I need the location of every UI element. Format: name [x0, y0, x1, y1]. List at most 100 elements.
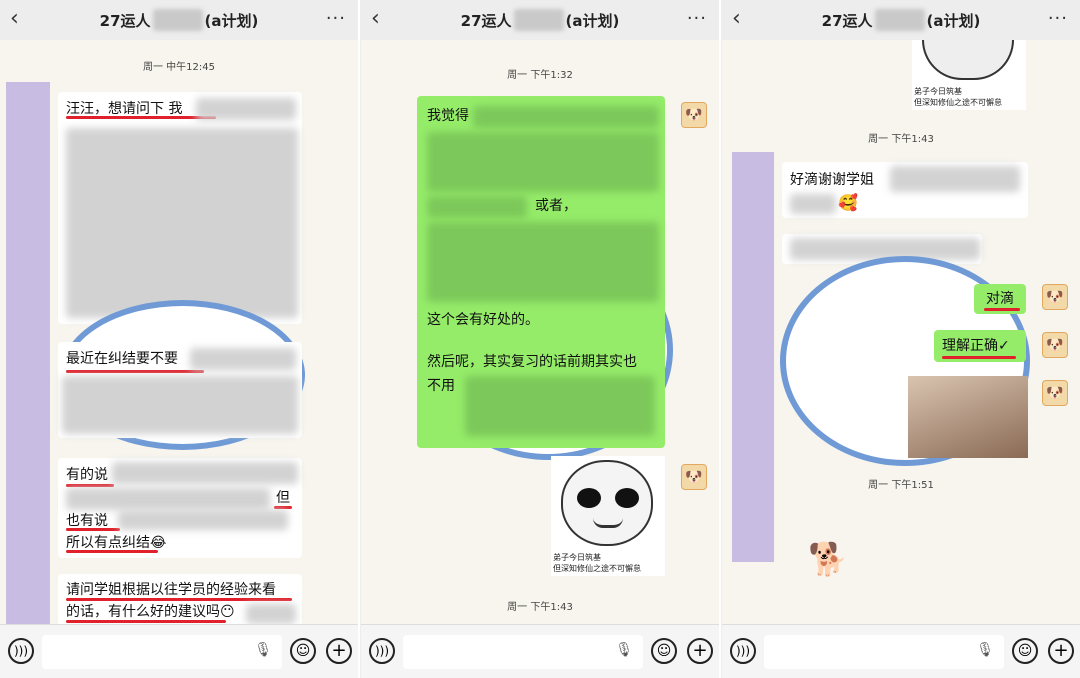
- emoji-icon[interactable]: ☺: [651, 638, 677, 664]
- sticker-caption: 但深知修仙之途不可懈怠: [553, 564, 641, 573]
- chevron-left-icon[interactable]: ‹: [10, 6, 19, 31]
- plus-icon[interactable]: +: [326, 638, 352, 664]
- panda-face: [922, 40, 1014, 80]
- chat-header: ‹ 27运人 (a计划) ···: [0, 0, 358, 40]
- chat-header: ‹ 27运人 (a计划) ···: [722, 0, 1080, 40]
- blurred-text: [190, 348, 296, 370]
- underline: [66, 116, 216, 119]
- message-text: 但: [276, 490, 290, 506]
- message-input[interactable]: 🎙: [764, 635, 1004, 669]
- blurred-text: [118, 510, 288, 530]
- plus-icon[interactable]: +: [687, 638, 713, 664]
- panda-sticker[interactable]: 弟子今日筑基 但深知修仙之途不可懈怠: [912, 40, 1026, 110]
- blurred-text: [427, 222, 659, 302]
- avatar[interactable]: 🐶: [681, 464, 707, 490]
- title-prefix: 27运人: [821, 11, 873, 30]
- message-text: 我觉得: [427, 108, 469, 124]
- chat-header: ‹ 27运人 (a计划) ···: [361, 0, 719, 40]
- mic-icon[interactable]: 🎙: [254, 642, 272, 658]
- underline: [66, 370, 204, 373]
- dog-sticker[interactable]: 🐕: [808, 540, 848, 578]
- message-text: 对滴: [986, 291, 1014, 307]
- ellipsis-icon[interactable]: ···: [1048, 8, 1068, 29]
- blurred-name: [513, 9, 564, 31]
- panda-mouth: [593, 518, 623, 528]
- blurred-text: [112, 462, 298, 484]
- avatar[interactable]: 🐶: [1042, 380, 1068, 406]
- input-bar: ))) 🎙 ☺ +: [361, 624, 719, 678]
- title-suffix: (a计划): [926, 11, 981, 30]
- blurred-text: [890, 166, 1020, 192]
- blurred-text: [427, 132, 659, 192]
- timestamp: 周一 下午1:51: [868, 480, 934, 491]
- avatar[interactable]: 🐶: [1042, 332, 1068, 358]
- mic-icon[interactable]: 🎙: [976, 642, 994, 658]
- blurred-text: [66, 128, 298, 318]
- input-bar: ))) 🎙 ☺ +: [0, 624, 358, 678]
- panda-sticker[interactable]: 弟子今日筑基 但深知修仙之途不可懈怠: [551, 456, 665, 576]
- message-text: 或者，: [535, 198, 577, 214]
- underline: [66, 528, 120, 531]
- avatar[interactable]: 🐶: [681, 102, 707, 128]
- blurred-text: [473, 106, 659, 128]
- message-text: 的话，有什么好的建议吗😶: [66, 604, 235, 620]
- title-prefix: 27运人: [99, 11, 151, 30]
- blurred-text: [66, 488, 270, 510]
- chevron-left-icon[interactable]: ‹: [371, 6, 380, 31]
- panda-eye: [615, 488, 639, 508]
- chat-title: 27运人 (a计划): [460, 9, 620, 31]
- message-text: 不用: [427, 378, 455, 394]
- message-text: 好滴谢谢学姐: [790, 172, 874, 188]
- chat-title: 27运人 (a计划): [821, 9, 981, 31]
- ellipsis-icon[interactable]: ···: [326, 8, 346, 29]
- underline: [942, 356, 1016, 359]
- cat-photo[interactable]: [908, 376, 1028, 458]
- blurred-name: [874, 9, 925, 31]
- emoji: 🥰: [838, 193, 858, 212]
- input-bar: ))) 🎙 ☺ +: [722, 624, 1080, 678]
- blurred-text: [790, 194, 836, 214]
- chat-panel-1: ‹ 27运人 (a计划) ··· 周一 中午12:45 汪汪，想请问下 我 最近…: [0, 0, 360, 678]
- message-text: 有的说: [66, 467, 108, 483]
- underline: [66, 620, 226, 623]
- avatar[interactable]: 🐶: [1042, 284, 1068, 310]
- blurred-text: [427, 196, 527, 218]
- side-stripe: [732, 152, 774, 562]
- sticker-caption: 弟子今日筑基: [553, 553, 601, 562]
- message-text: 然后呢，其实复习的话前期其实也: [427, 354, 637, 370]
- underline: [66, 550, 158, 553]
- blurred-text: [246, 604, 296, 624]
- message-text: 请问学姐根据以往学员的经验来看: [66, 582, 276, 598]
- blurred-text: [196, 98, 296, 120]
- timestamp: 周一 下午1:43: [507, 602, 573, 613]
- underline: [984, 308, 1020, 311]
- voice-icon[interactable]: ))): [8, 638, 34, 664]
- sticker-caption: 但深知修仙之途不可懈怠: [914, 98, 1002, 107]
- ellipsis-icon[interactable]: ···: [687, 8, 707, 29]
- chevron-left-icon[interactable]: ‹: [732, 6, 741, 31]
- blurred-text: [465, 376, 655, 436]
- blurred-text: [62, 376, 298, 434]
- message-input[interactable]: 🎙: [403, 635, 643, 669]
- emoji-icon[interactable]: ☺: [290, 638, 316, 664]
- blurred-name: [152, 9, 203, 31]
- title-suffix: (a计划): [204, 11, 259, 30]
- emoji-icon[interactable]: ☺: [1012, 638, 1038, 664]
- message-text: 最近在纠结要不要: [66, 351, 178, 367]
- timestamp: 周一 下午1:43: [868, 134, 934, 145]
- message-input[interactable]: 🎙: [42, 635, 282, 669]
- mic-icon[interactable]: 🎙: [615, 642, 633, 658]
- timestamp: 周一 中午12:45: [143, 62, 215, 73]
- underline: [66, 598, 292, 601]
- side-stripe: [6, 82, 50, 624]
- underline: [274, 506, 292, 509]
- chat-panel-2: ‹ 27运人 (a计划) ··· 周一 下午1:32 🐶 我觉得 或者， 这个会…: [361, 0, 721, 678]
- voice-icon[interactable]: ))): [730, 638, 756, 664]
- panda-eye: [577, 488, 601, 508]
- voice-icon[interactable]: ))): [369, 638, 395, 664]
- underline: [66, 484, 114, 487]
- title-prefix: 27运人: [460, 11, 512, 30]
- chat-title: 27运人 (a计划): [99, 9, 259, 31]
- title-suffix: (a计划): [565, 11, 620, 30]
- plus-icon[interactable]: +: [1048, 638, 1074, 664]
